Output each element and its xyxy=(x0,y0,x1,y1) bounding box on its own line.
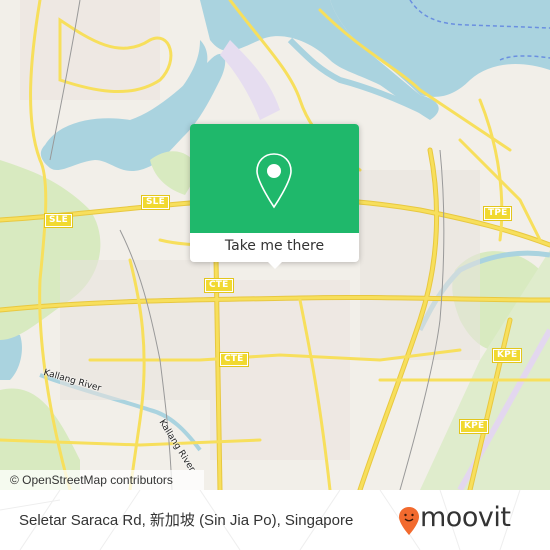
shield-cte-1: CTE xyxy=(204,278,234,293)
shield-sle-1: SLE xyxy=(44,213,73,228)
shield-kpe-1: KPE xyxy=(491,348,523,363)
shield-kpe-2: KPE xyxy=(458,419,490,434)
location-popup: Take me there xyxy=(190,124,359,269)
moovit-smiley-pin-icon xyxy=(399,507,419,535)
map-pin-icon xyxy=(256,153,292,209)
address-text: Seletar Saraca Rd, 新加坡 (Sin Jia Po), Sin… xyxy=(19,512,354,529)
osm-attribution[interactable]: © OpenStreetMap contributors xyxy=(0,470,204,490)
shield-sle-2: SLE xyxy=(141,195,170,210)
popup-header xyxy=(190,124,359,233)
shield-tpe: TPE xyxy=(482,206,513,221)
moovit-logo[interactable]: moovit xyxy=(398,502,546,538)
shield-cte-2: CTE xyxy=(219,352,249,367)
popup-pointer xyxy=(267,261,283,269)
footer-bar: Seletar Saraca Rd, 新加坡 (Sin Jia Po), Sin… xyxy=(0,490,550,550)
take-me-there-button[interactable]: Take me there xyxy=(190,233,359,262)
map-view[interactable]: SLE SLE CTE CTE TPE KPE KPE Kallang Rive… xyxy=(0,0,550,490)
moovit-wordmark: moovit xyxy=(420,502,511,533)
